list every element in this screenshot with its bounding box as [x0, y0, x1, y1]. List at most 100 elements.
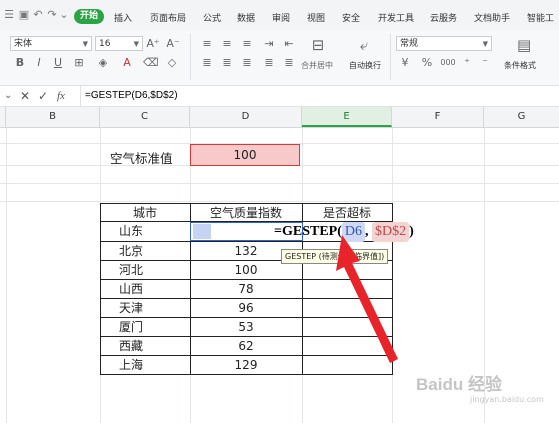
align-center-icon[interactable]: ≣ — [220, 56, 234, 70]
conditional-format-icon[interactable]: ▤ — [517, 38, 531, 53]
align-right-icon[interactable]: ≣ — [240, 56, 254, 70]
baidu-watermark-url: jingyan.baidu.com — [470, 395, 544, 404]
active-cell-highlight — [193, 224, 211, 239]
table-row-value[interactable]: 96 — [190, 299, 302, 317]
column-header-f[interactable]: F — [392, 107, 484, 127]
tab-developer[interactable]: 开发工具 — [378, 11, 414, 24]
align-top-icon[interactable]: ≡ — [200, 37, 214, 51]
chevron-down-icon[interactable]: ⌄ — [4, 90, 12, 101]
font-size-select[interactable]: 16 ▼ — [95, 36, 143, 51]
distributed-icon[interactable]: ≣ — [282, 56, 296, 70]
formula-input[interactable]: =GESTEP(D6,$D$2) — [80, 86, 559, 106]
align-bottom-icon[interactable]: ≡ — [240, 37, 254, 51]
chevron-down-icon: ▼ — [82, 40, 88, 48]
menu-icon[interactable]: ☰ — [3, 9, 15, 21]
column-header-b[interactable]: B — [6, 107, 100, 127]
clear-icon[interactable]: ◇ — [165, 56, 179, 70]
justify-icon[interactable]: ≣ — [262, 56, 276, 70]
number-format-select[interactable]: 常规 ▼ — [396, 36, 492, 51]
table-row-value[interactable]: 129 — [190, 356, 302, 374]
redo-icon[interactable]: ↷ — [46, 9, 58, 21]
font-color-button[interactable]: A — [120, 56, 134, 70]
number-format-value: 常规 — [400, 39, 419, 49]
table-row-value[interactable]: 78 — [190, 280, 302, 298]
menu-bar: ☰ ▣ ↶ ↷ ⌄ 开始 插入 页面布局 公式 数据 审阅 视图 安全 开发工具… — [0, 0, 559, 30]
cancel-icon[interactable]: ✕ — [20, 89, 30, 103]
divider — [190, 34, 191, 80]
table-border — [100, 374, 392, 375]
tab-smart[interactable]: 智能工 — [527, 11, 554, 24]
bold-button[interactable]: B — [13, 56, 27, 70]
table-row-city[interactable]: 山西 — [100, 280, 162, 298]
table-row-city[interactable]: 上海 — [100, 356, 162, 374]
percent-button[interactable]: % — [420, 56, 434, 70]
confirm-icon[interactable]: ✓ — [38, 89, 48, 103]
merge-icon[interactable]: ⊟ — [311, 38, 325, 53]
undo-icon[interactable]: ↶ — [32, 9, 44, 21]
column-header-g[interactable]: G — [484, 107, 559, 127]
font-size-value: 16 — [99, 39, 111, 49]
red-arrow-shape — [336, 235, 398, 363]
conditional-format-button[interactable]: 条件格式 — [504, 60, 536, 71]
wrap-text-button[interactable]: 自动换行 — [349, 60, 381, 71]
wrap-icon[interactable]: ⤶ — [357, 38, 371, 53]
tab-data[interactable]: 数据 — [237, 11, 255, 24]
align-middle-icon[interactable]: ≡ — [220, 37, 234, 51]
column-headers: B C D E F G — [0, 107, 559, 128]
tab-view[interactable]: 视图 — [307, 11, 325, 24]
eraser-icon[interactable]: ⌫ — [143, 56, 159, 70]
header-city[interactable]: 城市 — [100, 204, 190, 222]
formula-bar: ⌄ ✕ ✓ fx =GESTEP(D6,$D$2) — [0, 86, 559, 107]
red-arrow-icon — [336, 235, 398, 363]
column-header-c[interactable]: C — [100, 107, 190, 127]
table-row-city[interactable]: 天津 — [100, 299, 162, 317]
indent-icon[interactable]: ⇥ — [262, 37, 276, 51]
font-name-select[interactable]: 宋体 ▼ — [10, 36, 92, 51]
fx-icon[interactable]: fx — [57, 90, 65, 102]
border-icon[interactable]: ⊞ — [72, 56, 86, 70]
column-header-e[interactable]: E — [302, 107, 392, 127]
baidu-watermark: Baidu 经验 — [416, 375, 502, 394]
table-row-value[interactable]: 62 — [190, 337, 302, 355]
tab-page-layout[interactable]: 页面布局 — [150, 11, 186, 24]
standard-label-cell[interactable]: 空气标准值 — [110, 148, 173, 167]
underline-button[interactable]: U — [51, 56, 65, 70]
align-left-icon[interactable]: ≣ — [200, 56, 214, 70]
decimal-increase-icon[interactable]: ⁺ — [460, 56, 474, 70]
table-row-city[interactable]: 西藏 — [100, 337, 162, 355]
table-row-city[interactable]: 山东 — [100, 222, 162, 240]
merge-center-button[interactable]: 合并居中 — [301, 60, 333, 71]
outdent-icon[interactable]: ⇤ — [282, 37, 296, 51]
font-shrink-icon[interactable]: A⁻ — [166, 37, 180, 51]
tab-security[interactable]: 安全 — [342, 11, 360, 24]
tab-formula[interactable]: 公式 — [203, 11, 221, 24]
table-row-city[interactable]: 河北 — [100, 261, 162, 279]
tab-insert[interactable]: 插入 — [114, 11, 132, 24]
ribbon-toolbar: 宋体 ▼ 16 ▼ A⁺ A⁻ B I U ⊞ ◈ A ⌫ ◇ ≡ ≡ ≡ ⇥ … — [0, 30, 559, 86]
table-row-city[interactable]: 厦门 — [100, 318, 162, 336]
tab-doc-assistant[interactable]: 文档助手 — [474, 11, 510, 24]
grid-line — [0, 201, 559, 202]
divider — [390, 34, 391, 80]
italic-button[interactable]: I — [32, 56, 46, 70]
tab-cloud[interactable]: 云服务 — [430, 11, 457, 24]
tab-review[interactable]: 审阅 — [272, 11, 290, 24]
table-row-city[interactable]: 北京 — [100, 242, 162, 260]
header-aqi[interactable]: 空气质量指数 — [190, 204, 302, 222]
font-grow-icon[interactable]: A⁺ — [146, 37, 160, 51]
thousands-button[interactable]: 000 — [438, 56, 458, 70]
grid-line — [0, 183, 559, 184]
chevron-down-icon: ▼ — [482, 40, 488, 48]
grid-line — [6, 128, 7, 423]
standard-value-cell[interactable]: 100 — [190, 144, 300, 166]
header-exceeds[interactable]: 是否超标 — [302, 204, 392, 222]
column-header-d[interactable]: D — [190, 107, 302, 127]
currency-icon[interactable]: ¥ — [398, 56, 412, 70]
chevron-down-icon: ▼ — [133, 40, 139, 48]
chevron-down-icon[interactable]: ⌄ — [58, 9, 70, 21]
decimal-decrease-icon[interactable]: ⁻ — [478, 56, 492, 70]
table-row-value[interactable]: 53 — [190, 318, 302, 336]
fill-color-icon[interactable]: ◈ — [96, 56, 110, 70]
save-icon[interactable]: ▣ — [18, 9, 30, 21]
tab-start[interactable]: 开始 — [74, 9, 104, 24]
